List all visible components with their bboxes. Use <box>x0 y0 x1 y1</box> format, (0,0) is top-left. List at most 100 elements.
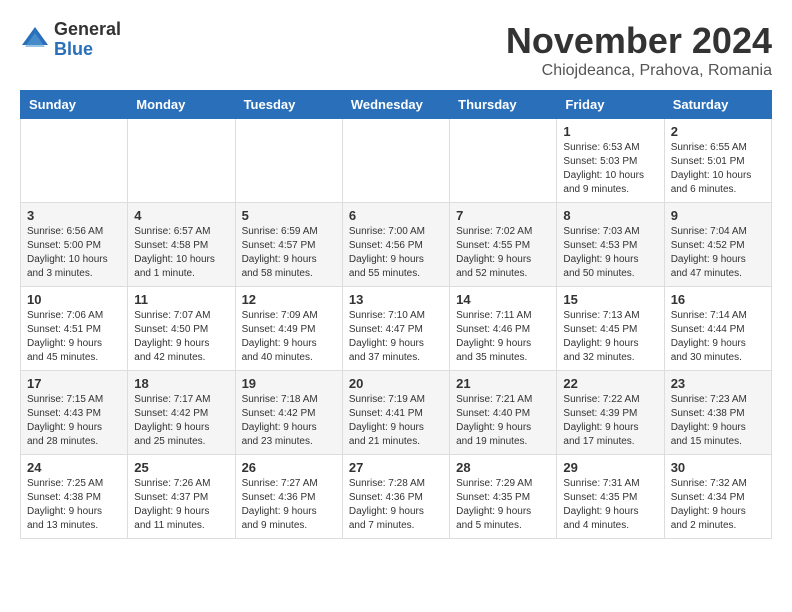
cell-info: Sunrise: 7:21 AM Sunset: 4:40 PM Dayligh… <box>456 393 550 449</box>
table-cell: 26Sunrise: 7:27 AM Sunset: 4:36 PM Dayli… <box>235 455 342 539</box>
cell-info: Sunrise: 6:59 AM Sunset: 4:57 PM Dayligh… <box>242 225 336 281</box>
table-cell: 28 Sunrise: 7:29 AM Sunset: 4:35 PM Dayli… <box>450 455 557 539</box>
page-header: General Blue November 2024 Chiojdeanca, … <box>20 20 772 80</box>
day-number: 18 <box>134 376 228 391</box>
table-cell: 24 Sunrise: 7:25 AM Sunset: 4:38 PM Dayli… <box>21 455 128 539</box>
table-cell: 1 Sunrise: 6:53 AM Sunset: 5:03 PM Daylig… <box>557 119 664 203</box>
cell-info: Sunrise: 7:27 AM Sunset: 4:36 PM Dayligh… <box>242 477 336 533</box>
logo-general: General <box>54 20 121 40</box>
day-number: 14 <box>456 292 550 307</box>
day-number: 13 <box>349 292 443 307</box>
day-number: 6 <box>349 208 443 223</box>
cell-info: Sunrise: 7:13 AM Sunset: 4:45 PM Dayligh… <box>563 309 657 365</box>
table-cell: 16Sunrise: 7:14 AM Sunset: 4:44 PM Dayli… <box>664 287 771 371</box>
cell-info: Sunrise: 7:06 AM Sunset: 4:51 PM Dayligh… <box>27 309 121 365</box>
day-number: 10 <box>27 292 121 307</box>
cell-info: Sunrise: 7:32 AM Sunset: 4:34 PM Dayligh… <box>671 477 765 533</box>
day-number: 29 <box>563 460 657 475</box>
day-number: 24 <box>27 460 121 475</box>
table-cell: 6Sunrise: 7:00 AM Sunset: 4:56 PM Daylig… <box>342 203 449 287</box>
table-cell: 7 Sunrise: 7:02 AM Sunset: 4:55 PM Daylig… <box>450 203 557 287</box>
logo-icon <box>20 25 50 55</box>
header-sunday: Sunday <box>21 91 128 119</box>
table-cell: 22 Sunrise: 7:22 AM Sunset: 4:39 PM Dayli… <box>557 371 664 455</box>
week-row-0: 1 Sunrise: 6:53 AM Sunset: 5:03 PM Daylig… <box>21 119 772 203</box>
day-number: 30 <box>671 460 765 475</box>
cell-info: Sunrise: 7:11 AM Sunset: 4:46 PM Dayligh… <box>456 309 550 365</box>
table-cell: 14 Sunrise: 7:11 AM Sunset: 4:46 PM Dayli… <box>450 287 557 371</box>
cell-info: Sunrise: 7:26 AM Sunset: 4:37 PM Dayligh… <box>134 477 228 533</box>
cell-info: Sunrise: 7:07 AM Sunset: 4:50 PM Dayligh… <box>134 309 228 365</box>
day-number: 28 <box>456 460 550 475</box>
table-cell: 15 Sunrise: 7:13 AM Sunset: 4:45 PM Dayli… <box>557 287 664 371</box>
table-cell: 18 Sunrise: 7:17 AM Sunset: 4:42 PM Dayli… <box>128 371 235 455</box>
table-cell <box>450 119 557 203</box>
cell-info: Sunrise: 7:10 AM Sunset: 4:47 PM Dayligh… <box>349 309 443 365</box>
table-cell: 13 Sunrise: 7:10 AM Sunset: 4:47 PM Dayli… <box>342 287 449 371</box>
cell-info: Sunrise: 7:28 AM Sunset: 4:36 PM Dayligh… <box>349 477 443 533</box>
day-number: 21 <box>456 376 550 391</box>
table-cell <box>21 119 128 203</box>
header-wednesday: Wednesday <box>342 91 449 119</box>
week-row-1: 3 Sunrise: 6:56 AM Sunset: 5:00 PM Daylig… <box>21 203 772 287</box>
day-number: 17 <box>27 376 121 391</box>
cell-info: Sunrise: 7:15 AM Sunset: 4:43 PM Dayligh… <box>27 393 121 449</box>
cell-info: Sunrise: 7:09 AM Sunset: 4:49 PM Dayligh… <box>242 309 336 365</box>
cell-info: Sunrise: 7:04 AM Sunset: 4:52 PM Dayligh… <box>671 225 765 281</box>
cell-info: Sunrise: 7:17 AM Sunset: 4:42 PM Dayligh… <box>134 393 228 449</box>
days-header-row: Sunday Monday Tuesday Wednesday Thursday… <box>21 91 772 119</box>
cell-info: Sunrise: 7:29 AM Sunset: 4:35 PM Dayligh… <box>456 477 550 533</box>
day-number: 25 <box>134 460 228 475</box>
day-number: 4 <box>134 208 228 223</box>
cell-info: Sunrise: 7:19 AM Sunset: 4:41 PM Dayligh… <box>349 393 443 449</box>
location-title: Chiojdeanca, Prahova, Romania <box>506 62 772 80</box>
day-number: 8 <box>563 208 657 223</box>
table-cell: 29Sunrise: 7:31 AM Sunset: 4:35 PM Dayli… <box>557 455 664 539</box>
day-number: 1 <box>563 124 657 139</box>
cell-info: Sunrise: 7:22 AM Sunset: 4:39 PM Dayligh… <box>563 393 657 449</box>
table-cell <box>342 119 449 203</box>
week-row-4: 24 Sunrise: 7:25 AM Sunset: 4:38 PM Dayli… <box>21 455 772 539</box>
day-number: 27 <box>349 460 443 475</box>
day-number: 15 <box>563 292 657 307</box>
table-cell: 10 Sunrise: 7:06 AM Sunset: 4:51 PM Dayli… <box>21 287 128 371</box>
week-row-3: 17 Sunrise: 7:15 AM Sunset: 4:43 PM Dayli… <box>21 371 772 455</box>
week-row-2: 10 Sunrise: 7:06 AM Sunset: 4:51 PM Dayli… <box>21 287 772 371</box>
table-cell: 19 Sunrise: 7:18 AM Sunset: 4:42 PM Dayli… <box>235 371 342 455</box>
table-cell: 30 Sunrise: 7:32 AM Sunset: 4:34 PM Dayli… <box>664 455 771 539</box>
table-cell <box>128 119 235 203</box>
cell-info: Sunrise: 6:56 AM Sunset: 5:00 PM Dayligh… <box>27 225 121 281</box>
table-cell: 12 Sunrise: 7:09 AM Sunset: 4:49 PM Dayli… <box>235 287 342 371</box>
table-cell: 3 Sunrise: 6:56 AM Sunset: 5:00 PM Daylig… <box>21 203 128 287</box>
day-number: 7 <box>456 208 550 223</box>
table-cell: 4 Sunrise: 6:57 AM Sunset: 4:58 PM Daylig… <box>128 203 235 287</box>
cell-info: Sunrise: 7:18 AM Sunset: 4:42 PM Dayligh… <box>242 393 336 449</box>
day-number: 19 <box>242 376 336 391</box>
logo-text: General Blue <box>54 20 121 60</box>
day-number: 20 <box>349 376 443 391</box>
cell-info: Sunrise: 7:02 AM Sunset: 4:55 PM Dayligh… <box>456 225 550 281</box>
day-number: 5 <box>242 208 336 223</box>
day-number: 23 <box>671 376 765 391</box>
header-friday: Friday <box>557 91 664 119</box>
table-cell: 11Sunrise: 7:07 AM Sunset: 4:50 PM Dayli… <box>128 287 235 371</box>
cell-info: Sunrise: 7:03 AM Sunset: 4:53 PM Dayligh… <box>563 225 657 281</box>
title-block: November 2024 Chiojdeanca, Prahova, Roma… <box>506 20 772 80</box>
table-cell: 17 Sunrise: 7:15 AM Sunset: 4:43 PM Dayli… <box>21 371 128 455</box>
cell-info: Sunrise: 7:23 AM Sunset: 4:38 PM Dayligh… <box>671 393 765 449</box>
cell-info: Sunrise: 6:55 AM Sunset: 5:01 PM Dayligh… <box>671 141 765 197</box>
logo: General Blue <box>20 20 121 60</box>
day-number: 22 <box>563 376 657 391</box>
table-cell: 5 Sunrise: 6:59 AM Sunset: 4:57 PM Daylig… <box>235 203 342 287</box>
cell-info: Sunrise: 7:25 AM Sunset: 4:38 PM Dayligh… <box>27 477 121 533</box>
table-cell: 20 Sunrise: 7:19 AM Sunset: 4:41 PM Dayli… <box>342 371 449 455</box>
table-cell: 2Sunrise: 6:55 AM Sunset: 5:01 PM Daylig… <box>664 119 771 203</box>
header-saturday: Saturday <box>664 91 771 119</box>
cell-info: Sunrise: 6:53 AM Sunset: 5:03 PM Dayligh… <box>563 141 657 197</box>
cell-info: Sunrise: 6:57 AM Sunset: 4:58 PM Dayligh… <box>134 225 228 281</box>
day-number: 12 <box>242 292 336 307</box>
day-number: 3 <box>27 208 121 223</box>
table-cell: 8 Sunrise: 7:03 AM Sunset: 4:53 PM Daylig… <box>557 203 664 287</box>
table-cell: 23 Sunrise: 7:23 AM Sunset: 4:38 PM Dayli… <box>664 371 771 455</box>
table-cell: 27 Sunrise: 7:28 AM Sunset: 4:36 PM Dayli… <box>342 455 449 539</box>
